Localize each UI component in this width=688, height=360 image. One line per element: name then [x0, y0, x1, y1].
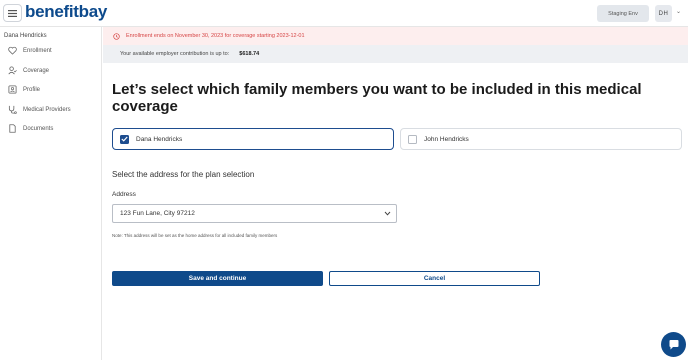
sidebar-item-label: Medical Providers — [23, 106, 71, 113]
enrollment-alert-banner: Enrollment ends on November 30, 2023 for… — [103, 27, 688, 45]
hamburger-icon — [8, 9, 17, 17]
benefitbay-logo[interactable]: benefitbay — [25, 2, 107, 22]
member-name: Dana Hendricks — [136, 135, 183, 143]
sidebar-item-enrollment[interactable]: Enrollment — [8, 46, 52, 55]
contribution-amount: $618.74 — [239, 51, 260, 57]
checkmark-icon — [121, 136, 128, 142]
address-value: 123 Fun Lane, City 97212 — [120, 210, 195, 217]
save-and-continue-button[interactable]: Save and continue — [112, 271, 323, 286]
heart-shield-icon — [8, 46, 17, 55]
top-bar: benefitbay Staging Env DH ⌄ — [0, 0, 688, 27]
alert-text: Enrollment ends on November 30, 2023 for… — [126, 33, 305, 39]
alert-clock-icon — [113, 32, 120, 40]
hamburger-menu-button[interactable] — [3, 4, 22, 22]
checkbox-checked[interactable] — [120, 134, 129, 144]
sidebar-item-label: Documents — [23, 125, 54, 132]
sidebar-item-label: Enrollment — [23, 47, 52, 54]
address-label: Address — [112, 191, 136, 198]
member-name: John Hendricks — [424, 135, 469, 143]
chat-button[interactable] — [661, 332, 686, 357]
sidebar-item-medical-providers[interactable]: Medical Providers — [8, 105, 71, 114]
avatar[interactable]: DH — [655, 5, 672, 22]
member-card-dana[interactable]: Dana Hendricks — [112, 128, 394, 150]
stethoscope-icon — [8, 105, 17, 114]
sidebar-user-name: Dana Hendricks — [4, 33, 47, 39]
sidebar-item-label: Profile — [23, 86, 41, 93]
sidebar-item-profile[interactable]: Profile — [8, 85, 40, 94]
address-select[interactable]: 123 Fun Lane, City 97212 — [112, 204, 397, 223]
page-title: Let’s select which family members you wa… — [112, 81, 642, 115]
contribution-label: Your available employer contribution is … — [120, 51, 230, 57]
chevron-down-icon — [384, 211, 391, 216]
address-section-title: Select the address for the plan selectio… — [112, 170, 255, 179]
sidebar: Dana Hendricks Enrollment Coverage Profi… — [0, 27, 102, 360]
address-note: Note: This address will be set as the ho… — [112, 233, 278, 238]
sidebar-item-label: Coverage — [23, 67, 50, 74]
document-icon — [9, 124, 16, 133]
person-check-icon — [8, 66, 17, 75]
checkbox-unchecked[interactable] — [408, 134, 417, 144]
profile-card-icon — [8, 85, 17, 94]
environment-button[interactable]: Staging Env — [597, 5, 649, 22]
sidebar-item-documents[interactable]: Documents — [8, 124, 53, 133]
contribution-bar: Your available employer contribution is … — [103, 45, 688, 63]
sidebar-item-coverage[interactable]: Coverage — [8, 66, 49, 75]
chat-icon — [669, 339, 678, 349]
chevron-down-icon[interactable]: ⌄ — [676, 8, 681, 15]
cancel-button[interactable]: Cancel — [329, 271, 540, 286]
member-card-john[interactable]: John Hendricks — [400, 128, 682, 150]
